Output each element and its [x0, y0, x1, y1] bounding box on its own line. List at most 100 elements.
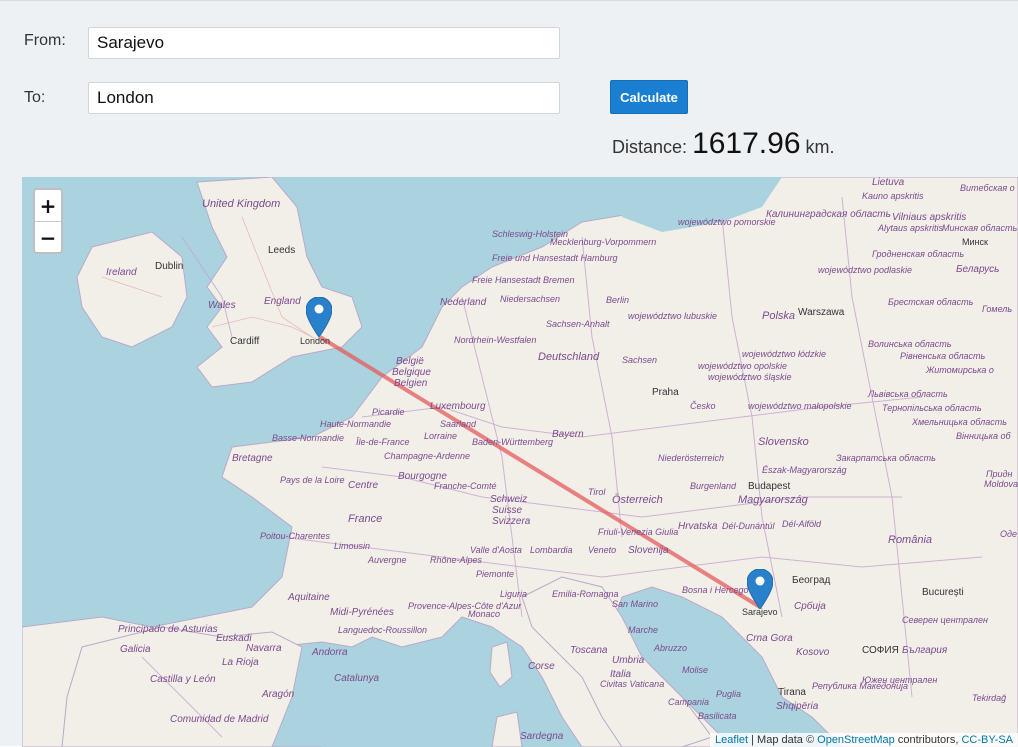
map-label: województwo śląskie: [708, 372, 792, 382]
map-label: Svizzera: [492, 516, 531, 527]
map-label: Закарпатська область: [836, 453, 936, 463]
from-input[interactable]: [88, 27, 560, 59]
map-label: Warszawa: [798, 307, 845, 318]
map-label: Castilla y León: [150, 674, 216, 685]
map-label: Львівська область: [867, 389, 948, 399]
map-label: London: [300, 336, 330, 346]
map-label: Kosovo: [796, 647, 830, 658]
map-label: Luxembourg: [430, 401, 486, 412]
map-label: Berlin: [606, 295, 629, 305]
map-label: San Marino: [612, 599, 658, 609]
map-label: Molise: [682, 665, 708, 675]
map-label: Ireland: [106, 267, 137, 278]
map-label: Magyarország: [738, 494, 809, 506]
to-input[interactable]: [88, 82, 560, 114]
zoom-out-button[interactable]: −: [35, 222, 61, 253]
osm-link[interactable]: OpenStreetMap: [817, 734, 895, 746]
distance-prefix: Distance:: [612, 137, 688, 157]
map-label: Suisse: [492, 505, 522, 516]
map-label: Dublin: [155, 261, 183, 272]
calculate-button[interactable]: Calculate: [610, 80, 688, 114]
map-label: Midi-Pyrénées: [330, 607, 394, 618]
distance-value: 1617.96: [692, 127, 801, 160]
map-label: Rhône-Alpes: [430, 555, 483, 565]
map-label: București: [922, 587, 964, 598]
map-label: Niederösterreich: [658, 453, 724, 463]
leaflet-link[interactable]: Leaflet: [715, 734, 748, 746]
map-label: Campania: [668, 697, 709, 707]
london-marker-icon[interactable]: [306, 297, 332, 337]
route-form-panel: From: To: Calculate Distance: 1617.96 km…: [0, 0, 1018, 747]
map-label: Житомирська о: [925, 365, 994, 375]
map-label: Languedoc-Roussillon: [338, 625, 427, 635]
map-label: Shqipëria: [776, 701, 819, 712]
map-label: Slovensko: [758, 436, 809, 448]
map-label: Limousin: [334, 541, 370, 551]
map-label: województwo małopolskie: [748, 401, 852, 411]
map-label: Србија: [794, 600, 826, 612]
map-label: Alytaus apskritis: [877, 223, 944, 233]
map-label: België: [396, 356, 424, 367]
map-label: Freie Hansestadt Bremen: [472, 275, 575, 285]
map-label: Île-de-France: [356, 437, 410, 447]
map-label: Corse: [528, 661, 555, 672]
map-label: Basse-Normandie: [272, 433, 344, 443]
map-label: Moldova: [984, 479, 1018, 489]
map-label: Catalunya: [334, 673, 379, 684]
map-label: Budapest: [748, 481, 790, 492]
map-label: Centre: [348, 480, 378, 491]
map-label: Puglia: [716, 689, 741, 699]
map-label: România: [888, 534, 932, 546]
map-label: Волинська область: [868, 339, 952, 349]
map-label: Poitou-Charentes: [260, 531, 331, 541]
map-label: Crna Gora: [746, 633, 793, 644]
map-label: Comunidad de Madrid: [170, 714, 269, 725]
map-label: Sachsen: [622, 355, 657, 365]
map-label: Београд: [792, 575, 830, 586]
map-label: Tirol: [588, 487, 606, 497]
map-label: Marche: [628, 625, 658, 635]
from-label: From:: [24, 32, 66, 49]
map-label: Piemonte: [476, 569, 514, 579]
map-label: Lietuva: [872, 177, 905, 188]
map-label: Navarra: [246, 643, 282, 654]
map-label: Slovenija: [628, 545, 669, 556]
map-label: Auvergne: [367, 555, 407, 565]
map-label: województwo opolskie: [698, 361, 787, 371]
to-label: To:: [24, 89, 46, 106]
map-label: Nordrhein-Westfalen: [454, 335, 536, 345]
map-label: Nederland: [440, 297, 487, 308]
map-label: województwo pomorskie: [678, 217, 776, 227]
map-label: Република Македонија: [812, 681, 908, 691]
map-label: Sachsen-Anhalt: [546, 319, 610, 329]
distance-unit: km.: [805, 137, 835, 157]
map-label: Mecklenburg-Vorpommern: [550, 237, 656, 247]
map-label: Dél-Alföld: [782, 519, 822, 529]
map-label: Galicia: [120, 644, 151, 655]
map-label: Хмельницька область: [911, 417, 1007, 427]
map-label: La Rioja: [222, 657, 259, 668]
sarajevo-marker-icon[interactable]: [747, 569, 773, 609]
map-label: Северен централен: [902, 615, 988, 625]
map-label: Lorraine: [424, 431, 457, 441]
map-label: województwo podlaskie: [818, 265, 912, 275]
map-label: Беларусь: [956, 264, 999, 275]
map-label: Franche-Comté: [434, 481, 497, 491]
map-label: Česko: [690, 401, 716, 411]
map-label: Valle d'Aosta: [470, 545, 522, 555]
zoom-in-button[interactable]: +: [35, 190, 61, 222]
license-link[interactable]: CC-BY-SA: [961, 734, 1013, 746]
map-label: Friuli-Venezia Giulia: [598, 527, 678, 537]
map-label: Vilniaus apskritis: [892, 212, 966, 223]
map-label: Saarland: [440, 419, 477, 429]
map-label: Kauno apskritis: [862, 191, 924, 201]
map-label: Sardegna: [520, 731, 564, 742]
attribution-text: contributors,: [894, 734, 962, 746]
map-label: Provence-Alpes-Côte d'Azur: [408, 601, 522, 611]
map-label: Cardiff: [230, 336, 259, 347]
map-label: Aquitaine: [287, 592, 330, 603]
map-label: Придн: [986, 469, 1013, 479]
map-label: Észak-Magyarország: [762, 465, 847, 475]
map-label: Рівненська область: [900, 351, 986, 361]
map-view[interactable]: United Kingdom Leeds Dublin Ireland Wale…: [22, 177, 1018, 747]
